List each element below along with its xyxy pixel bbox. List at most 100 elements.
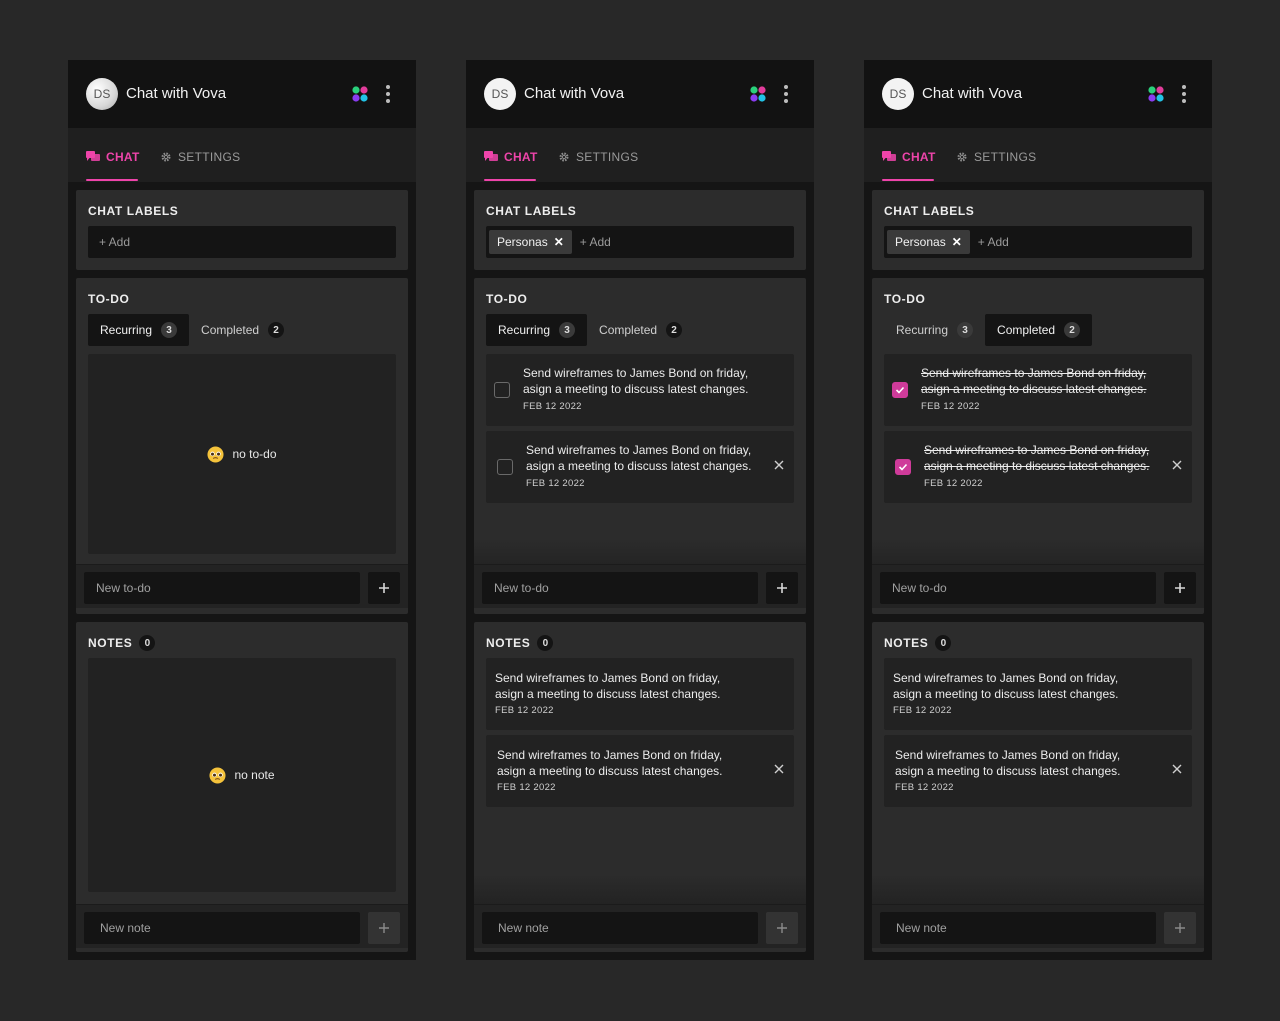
new-todo-input[interactable] [482,572,758,604]
panel-tabs: CHAT SETTINGS [68,128,416,182]
tab-completed[interactable]: Completed 2 [985,314,1093,346]
multicolor-petal-logo-icon[interactable] [749,85,767,103]
chat-bubbles-icon [484,151,498,161]
new-todo-input[interactable] [880,572,1156,604]
add-todo-button[interactable] [368,572,400,604]
tab-settings-label: SETTINGS [178,150,241,164]
tab-chat[interactable]: CHAT [484,150,538,164]
chat-title: Chat with Vova [922,85,1023,102]
tab-recurring[interactable]: Recurring 3 [88,314,190,346]
remove-chip-icon[interactable]: ✕ [952,235,962,249]
note-item[interactable]: Send wireframes to James Bond on friday,… [486,735,794,807]
close-icon[interactable] [774,764,784,774]
label-chip[interactable]: Personas ✕ [489,230,572,254]
label-chip[interactable]: Personas ✕ [887,230,970,254]
section-title: TO-DO [486,292,528,306]
tab-settings[interactable]: SETTINGS [956,150,1036,164]
add-label-button[interactable]: + Add [580,235,611,249]
count-badge: 2 [666,322,683,338]
chat-header: DS Chat with Vova [466,60,814,128]
active-tab-indicator [484,179,536,181]
kebab-menu-icon[interactable] [382,84,394,104]
todo-checkbox[interactable] [494,382,510,398]
todo-filter-tabs: Recurring 3 Completed 2 [884,314,1093,346]
chat-title: Chat with Vova [126,85,227,102]
new-todo-row [474,564,806,608]
note-item[interactable]: Send wireframes to James Bond on friday,… [486,658,794,730]
add-note-button[interactable] [1164,912,1196,944]
chat-panel-with-items: DS Chat with Vova CHAT SETTINGS CHAT LAB… [466,60,814,960]
multicolor-petal-logo-icon[interactable] [351,85,369,103]
todo-filter-tabs: Recurring 3 Completed 2 [486,314,694,346]
todo-date: FEB 12 2022 [924,478,983,489]
multicolor-petal-logo-icon[interactable] [1147,85,1165,103]
pleading-face-emoji-icon [209,766,226,784]
kebab-menu-icon[interactable] [780,84,792,104]
tab-completed[interactable]: Completed 2 [587,314,694,346]
todo-section: TO-DO Recurring 3 Completed 2 Send wirefra… [474,278,806,614]
avatar[interactable]: DS [86,78,118,110]
chat-labels-section: CHAT LABELS Personas ✕ + Add [474,190,806,270]
todo-item-completed[interactable]: Send wireframes to James Bond on friday,… [884,354,1192,426]
active-tab-indicator [882,179,934,181]
add-label-button[interactable]: + Add [91,235,130,249]
label-input[interactable]: Personas ✕ + Add [486,226,794,258]
tab-chat-label: CHAT [902,150,936,164]
remove-chip-icon[interactable]: ✕ [554,235,564,249]
tab-chat-label: CHAT [504,150,538,164]
todo-checkbox-checked[interactable] [895,459,911,475]
avatar[interactable]: DS [882,78,914,110]
tab-recurring[interactable]: Recurring 3 [486,314,588,346]
notes-section: NOTES 0 no note [76,622,408,952]
scroll-fade [474,874,806,904]
tab-chat[interactable]: CHAT [86,150,140,164]
section-title: CHAT LABELS [884,204,975,218]
note-text: Send wireframes to James Bond on friday,… [895,748,1121,778]
note-item[interactable]: Send wireframes to James Bond on friday,… [884,735,1192,807]
todo-item[interactable]: Send wireframes to James Bond on friday,… [486,431,794,503]
tab-settings-label: SETTINGS [974,150,1037,164]
kebab-menu-icon[interactable] [1178,84,1190,104]
checkmark-icon [898,463,908,471]
label-input[interactable]: Personas ✕ + Add [884,226,1192,258]
add-note-button[interactable] [766,912,798,944]
todo-date: FEB 12 2022 [921,401,980,412]
gear-icon [957,152,967,162]
count-badge: 0 [139,635,156,651]
tab-completed[interactable]: Completed 2 [189,314,296,346]
add-todo-button[interactable] [1164,572,1196,604]
chat-title: Chat with Vova [524,85,625,102]
chat-bubbles-icon [882,151,896,161]
close-icon[interactable] [774,460,784,470]
panel-tabs: CHAT SETTINGS [466,128,814,182]
chat-header: DS Chat with Vova [864,60,1212,128]
chat-labels-section: CHAT LABELS + Add [76,190,408,270]
label-input[interactable]: + Add [88,226,396,258]
todo-item[interactable]: Send wireframes to James Bond on friday,… [486,354,794,426]
count-badge: 3 [957,322,974,338]
todo-item-completed[interactable]: Send wireframes to James Bond on friday,… [884,431,1192,503]
panel-tabs: CHAT SETTINGS [864,128,1212,182]
new-note-input[interactable] [482,912,758,944]
new-note-input[interactable] [84,912,360,944]
close-icon[interactable] [1172,460,1182,470]
todo-checkbox[interactable] [497,459,513,475]
avatar[interactable]: DS [484,78,516,110]
plus-icon [1175,923,1185,933]
note-text: Send wireframes to James Bond on friday,… [497,748,723,778]
new-todo-input[interactable] [84,572,360,604]
tab-chat[interactable]: CHAT [882,150,936,164]
chat-panel-completed-tab: DS Chat with Vova CHAT SETTINGS CHAT LAB… [864,60,1212,960]
todo-checkbox-checked[interactable] [892,382,908,398]
add-label-button[interactable]: + Add [978,235,1009,249]
new-note-input[interactable] [880,912,1156,944]
tab-settings[interactable]: SETTINGS [160,150,240,164]
add-note-button[interactable] [368,912,400,944]
add-todo-button[interactable] [766,572,798,604]
tab-settings[interactable]: SETTINGS [558,150,638,164]
notes-section: NOTES 0 Send wireframes to James Bond on … [872,622,1204,952]
tab-recurring[interactable]: Recurring 3 [884,314,985,346]
checkmark-icon [895,386,905,394]
close-icon[interactable] [1172,764,1182,774]
note-item[interactable]: Send wireframes to James Bond on friday,… [884,658,1192,730]
